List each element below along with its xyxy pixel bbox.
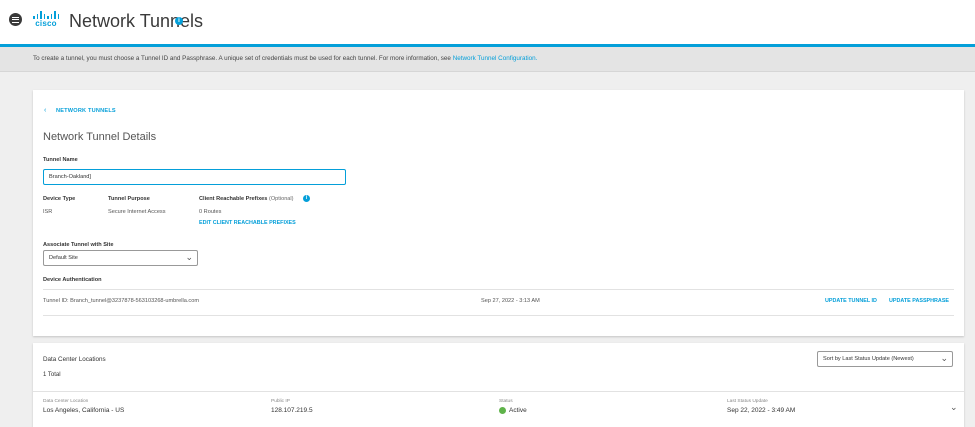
- expand-row-chevron-icon[interactable]: ⌄: [950, 402, 958, 413]
- tunnel-id-value: Tunnel ID: Branch_tunnel@3237878-5631032…: [43, 298, 199, 304]
- cisco-logo: cisco: [32, 11, 60, 29]
- ip-column-label: Public IP: [271, 399, 290, 404]
- tunnel-purpose-value: Secure Internet Access: [108, 209, 166, 215]
- data-center-title: Data Center Locations: [43, 356, 106, 363]
- status-value: Active: [509, 407, 527, 414]
- status-column-label: Status: [499, 399, 513, 404]
- data-center-total: 1 Total: [43, 372, 61, 378]
- table-row[interactable]: Data Center Location Los Angeles, Califo…: [33, 391, 964, 425]
- auth-divider-bottom: [43, 315, 954, 316]
- device-auth-label: Device Authentication: [43, 277, 102, 283]
- site-label: Associate Tunnel with Site: [43, 242, 114, 248]
- help-icon[interactable]: i: [303, 195, 310, 202]
- cisco-wordmark: cisco: [35, 19, 57, 28]
- tunnel-name-input[interactable]: Branch-Oakland]: [43, 169, 346, 185]
- tunnel-details-card: ‹ NETWORK TUNNELS Network Tunnel Details…: [33, 90, 964, 336]
- chevron-left-icon[interactable]: ‹: [44, 107, 46, 114]
- tunnel-purpose-label: Tunnel Purpose: [108, 196, 150, 202]
- site-select-value: Default Site: [49, 255, 78, 261]
- auth-divider-top: [43, 289, 954, 290]
- sort-select-value: Sort by Last Status Update (Newest): [823, 356, 914, 362]
- tunnel-name-label: Tunnel Name: [43, 157, 78, 163]
- auth-date-value: Sep 27, 2022 - 3:13 AM: [481, 298, 540, 304]
- app-header: cisco Network Tunnels i: [0, 0, 975, 46]
- info-banner: To create a tunnel, you must choose a Tu…: [0, 47, 975, 72]
- menu-icon[interactable]: [9, 13, 22, 26]
- client-prefixes-label: Client Reachable Prefixes (Optional): [199, 196, 294, 202]
- update-passphrase-button[interactable]: UPDATE PASSPHRASE: [889, 298, 949, 304]
- location-value: Los Angeles, California - US: [43, 407, 125, 414]
- site-select[interactable]: Default Site ⌄: [43, 250, 198, 266]
- device-type-label: Device Type: [43, 196, 76, 202]
- status-active-icon: [499, 407, 506, 414]
- chevron-down-icon: ⌄: [940, 353, 948, 363]
- cisco-logo-bars-icon: [32, 11, 60, 19]
- back-to-network-tunnels-link[interactable]: NETWORK TUNNELS: [56, 108, 116, 114]
- tunnel-name-value: Branch-Oakland]: [49, 174, 91, 180]
- ip-value: 128.107.219.5: [271, 407, 313, 414]
- edit-prefixes-link[interactable]: EDIT CLIENT REACHABLE PREFIXES: [199, 220, 296, 226]
- sort-select[interactable]: Sort by Last Status Update (Newest) ⌄: [817, 351, 953, 367]
- updated-column-label: Last Status Update: [727, 399, 768, 404]
- update-tunnel-id-button[interactable]: UPDATE TUNNEL ID: [825, 298, 877, 304]
- optional-tag: (Optional): [268, 196, 294, 202]
- info-icon[interactable]: i: [175, 17, 183, 25]
- details-title: Network Tunnel Details: [43, 131, 157, 143]
- location-column-label: Data Center Location: [43, 399, 89, 404]
- chevron-down-icon: ⌄: [185, 252, 193, 262]
- banner-message: To create a tunnel, you must choose a Tu…: [33, 55, 453, 62]
- device-type-value: ISR: [43, 209, 53, 215]
- client-prefixes-label-text: Client Reachable Prefixes: [199, 196, 268, 202]
- banner-text: To create a tunnel, you must choose a Tu…: [33, 55, 537, 62]
- network-tunnel-config-link[interactable]: Network Tunnel Configuration.: [453, 55, 538, 62]
- updated-value: Sep 22, 2022 - 3:49 AM: [727, 407, 796, 414]
- data-center-card: Data Center Locations 1 Total Sort by La…: [33, 343, 964, 427]
- client-prefixes-value: 0 Routes: [199, 209, 222, 215]
